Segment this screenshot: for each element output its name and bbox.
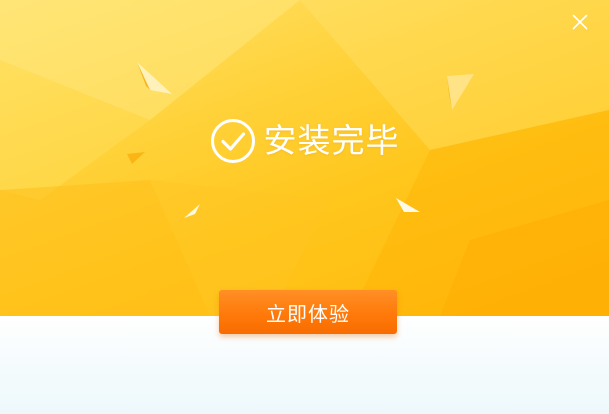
installer-window: 安装完毕 立即体验	[0, 0, 609, 414]
install-status: 安装完毕	[0, 118, 609, 164]
try-now-button[interactable]: 立即体验	[219, 290, 397, 334]
check-circle-icon	[210, 119, 255, 163]
hero-banner: 安装完毕	[0, 0, 609, 316]
status-text: 安装完毕	[263, 121, 400, 160]
close-icon	[572, 14, 588, 30]
close-button[interactable]	[569, 11, 591, 33]
